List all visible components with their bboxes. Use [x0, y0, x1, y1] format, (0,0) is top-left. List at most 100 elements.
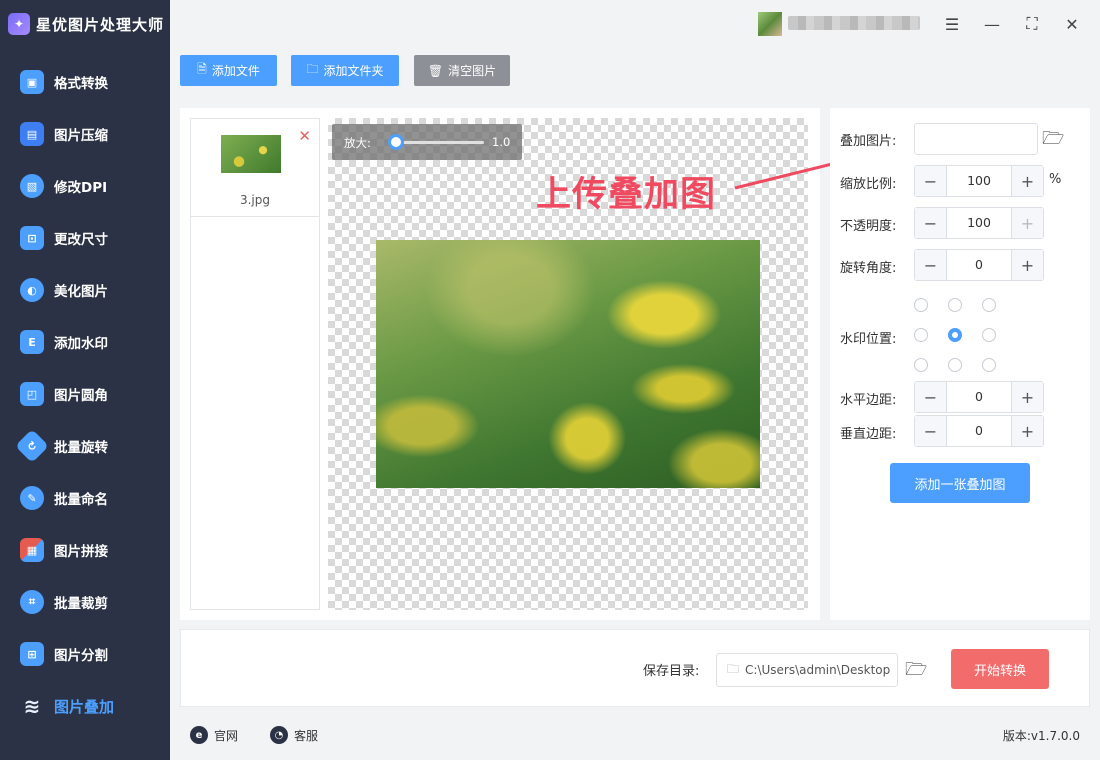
v-margin-stepper[interactable]: − 0 + — [914, 415, 1044, 447]
folder-open-icon[interactable]: 🗁 — [1042, 126, 1064, 156]
scale-label: 缩放比例: — [840, 177, 897, 192]
split-icon: ⊞ — [20, 642, 44, 666]
sidebar-nav: ▣ 格式转换 ▤ 图片压缩 ▧ 修改DPI ⊡ 更改尺寸 ◐ 美化图片 E 添加… — [0, 56, 170, 732]
opacity-value[interactable]: 100 — [947, 208, 1011, 238]
decrement-button[interactable]: − — [915, 250, 947, 280]
list-item[interactable]: 3.jpg ✕ — [191, 119, 319, 217]
folder-icon: 🗀 — [306, 62, 319, 76]
website-link[interactable]: e 官网 — [190, 726, 238, 744]
browse-folder-icon[interactable]: 🗁 — [905, 657, 927, 687]
scale-stepper[interactable]: − 100 + — [914, 165, 1044, 197]
sidebar-item-stitch[interactable]: ▦ 图片拼接 — [0, 524, 170, 576]
position-middle-center-radio[interactable] — [948, 328, 962, 342]
delete-file-icon[interactable]: ✕ — [298, 127, 311, 145]
sidebar-item-compress[interactable]: ▤ 图片压缩 — [0, 108, 170, 160]
sidebar-item-split[interactable]: ⊞ 图片分割 — [0, 628, 170, 680]
sidebar-item-overlay[interactable]: ≋ 图片叠加 — [0, 680, 170, 732]
file-list: 3.jpg ✕ — [190, 118, 320, 610]
decrement-button[interactable]: − — [915, 208, 947, 238]
save-dir-label: 保存目录: — [643, 664, 700, 679]
sidebar-item-round-corner[interactable]: ◰ 图片圆角 — [0, 368, 170, 420]
position-top-left-radio[interactable] — [914, 298, 928, 312]
output-panel: 保存目录: 🗀 C:\Users\admin\Desktop 🗁 开始转换 — [180, 629, 1090, 707]
sidebar-item-resize[interactable]: ⊡ 更改尺寸 — [0, 212, 170, 264]
minimize-icon[interactable]: — — [980, 12, 1004, 36]
increment-button[interactable]: + — [1011, 250, 1043, 280]
close-icon[interactable]: ✕ — [1060, 12, 1084, 36]
browser-icon: e — [190, 726, 208, 744]
increment-button[interactable]: + — [1011, 382, 1043, 412]
sidebar-item-rotate[interactable]: ↻ 批量旋转 — [0, 420, 170, 472]
annotation-text: 上传叠加图 — [536, 175, 717, 215]
h-margin-stepper[interactable]: − 0 + — [914, 381, 1044, 413]
add-folder-button[interactable]: 🗀 添加文件夹 — [291, 55, 399, 86]
add-overlay-button[interactable]: 添加一张叠加图 — [890, 463, 1030, 503]
position-middle-right-radio[interactable] — [982, 328, 996, 342]
position-bottom-left-radio[interactable] — [914, 358, 928, 372]
avatar[interactable] — [758, 12, 782, 36]
sidebar-item-label: 图片压缩 — [54, 128, 108, 144]
zoom-label: 放大: — [344, 136, 371, 150]
zoom-slider-track[interactable] — [394, 141, 484, 144]
sidebar-item-dpi[interactable]: ▧ 修改DPI — [0, 160, 170, 212]
sidebar-item-beautify[interactable]: ◐ 美化图片 — [0, 264, 170, 316]
opacity-stepper[interactable]: − 100 + — [914, 207, 1044, 239]
settings-sliders-icon[interactable]: ☰ — [940, 12, 964, 36]
overlay-image-input[interactable] — [914, 123, 1038, 155]
file-icon: 🗎 — [197, 62, 207, 76]
increment-button[interactable]: + — [1011, 208, 1043, 238]
increment-button[interactable]: + — [1011, 166, 1043, 196]
rotate-icon: ↻ — [15, 429, 49, 463]
position-bottom-center-radio[interactable] — [948, 358, 962, 372]
sidebar-item-watermark[interactable]: E 添加水印 — [0, 316, 170, 368]
save-dir-value: C:\Users\admin\Desktop — [745, 663, 891, 677]
stitch-icon: ▦ — [20, 538, 44, 562]
sidebar-item-label: 图片分割 — [54, 648, 108, 664]
main-panel: 3.jpg ✕ 放大: 1.0 — [180, 108, 820, 620]
sidebar-item-label: 批量命名 — [54, 492, 108, 508]
version-text: 版本:v1.7.0.0 — [1002, 729, 1080, 743]
rotation-stepper[interactable]: − 0 + — [914, 249, 1044, 281]
h-margin-value[interactable]: 0 — [947, 382, 1011, 412]
decrement-button[interactable]: − — [915, 416, 947, 446]
sidebar-item-format-convert[interactable]: ▣ 格式转换 — [0, 56, 170, 108]
watermark-icon: E — [20, 330, 44, 354]
sidebar: ✦ 星优图片处理大师 ▣ 格式转换 ▤ 图片压缩 ▧ 修改DPI ⊡ 更改尺寸 … — [0, 0, 170, 760]
rotation-value[interactable]: 0 — [947, 250, 1011, 280]
trash-icon: 🗑 — [427, 63, 444, 78]
sidebar-item-label: 美化图片 — [54, 284, 108, 300]
position-middle-left-radio[interactable] — [914, 328, 928, 342]
decrement-button[interactable]: − — [915, 382, 947, 412]
beautify-icon: ◐ — [20, 278, 44, 302]
v-margin-value[interactable]: 0 — [947, 416, 1011, 446]
support-link[interactable]: ◔ 客服 — [270, 726, 318, 744]
sidebar-item-crop[interactable]: ⌗ 批量裁剪 — [0, 576, 170, 628]
sidebar-item-rename[interactable]: ✎ 批量命名 — [0, 472, 170, 524]
add-file-button[interactable]: 🗎 添加文件 — [180, 55, 277, 86]
username-blurred — [788, 16, 920, 30]
brand: ✦ 星优图片处理大师 — [0, 0, 170, 48]
layers-icon: ≋ — [23, 694, 41, 718]
h-margin-label: 水平边距: — [840, 393, 897, 408]
scale-value[interactable]: 100 — [947, 166, 1011, 196]
sidebar-item-label: 更改尺寸 — [54, 232, 108, 248]
app-title: 星优图片处理大师 — [36, 15, 165, 34]
position-bottom-right-radio[interactable] — [982, 358, 996, 372]
title-bar: ☰ — ⛶ ✕ — [170, 0, 1100, 48]
position-label: 水印位置: — [840, 332, 897, 347]
position-top-right-radio[interactable] — [982, 298, 996, 312]
chat-icon: ◔ — [270, 726, 288, 744]
dpi-icon: ▧ — [20, 174, 44, 198]
zoom-slider-knob[interactable] — [388, 134, 404, 150]
rename-icon: ✎ — [20, 486, 44, 510]
position-top-center-radio[interactable] — [948, 298, 962, 312]
start-convert-button[interactable]: 开始转换 — [951, 649, 1049, 689]
save-dir-input[interactable]: 🗀 C:\Users\admin\Desktop — [716, 653, 898, 687]
sidebar-item-label: 修改DPI — [54, 180, 108, 196]
settings-panel: 叠加图片: 🗁 缩放比例: − 100 + % 不透明度: − 100 + 旋转… — [830, 108, 1090, 620]
maximize-icon[interactable]: ⛶ — [1020, 12, 1044, 36]
overlay-image-label: 叠加图片: — [840, 134, 897, 149]
clear-images-button[interactable]: 🗑 清空图片 — [414, 55, 510, 86]
increment-button[interactable]: + — [1011, 416, 1043, 446]
decrement-button[interactable]: − — [915, 166, 947, 196]
